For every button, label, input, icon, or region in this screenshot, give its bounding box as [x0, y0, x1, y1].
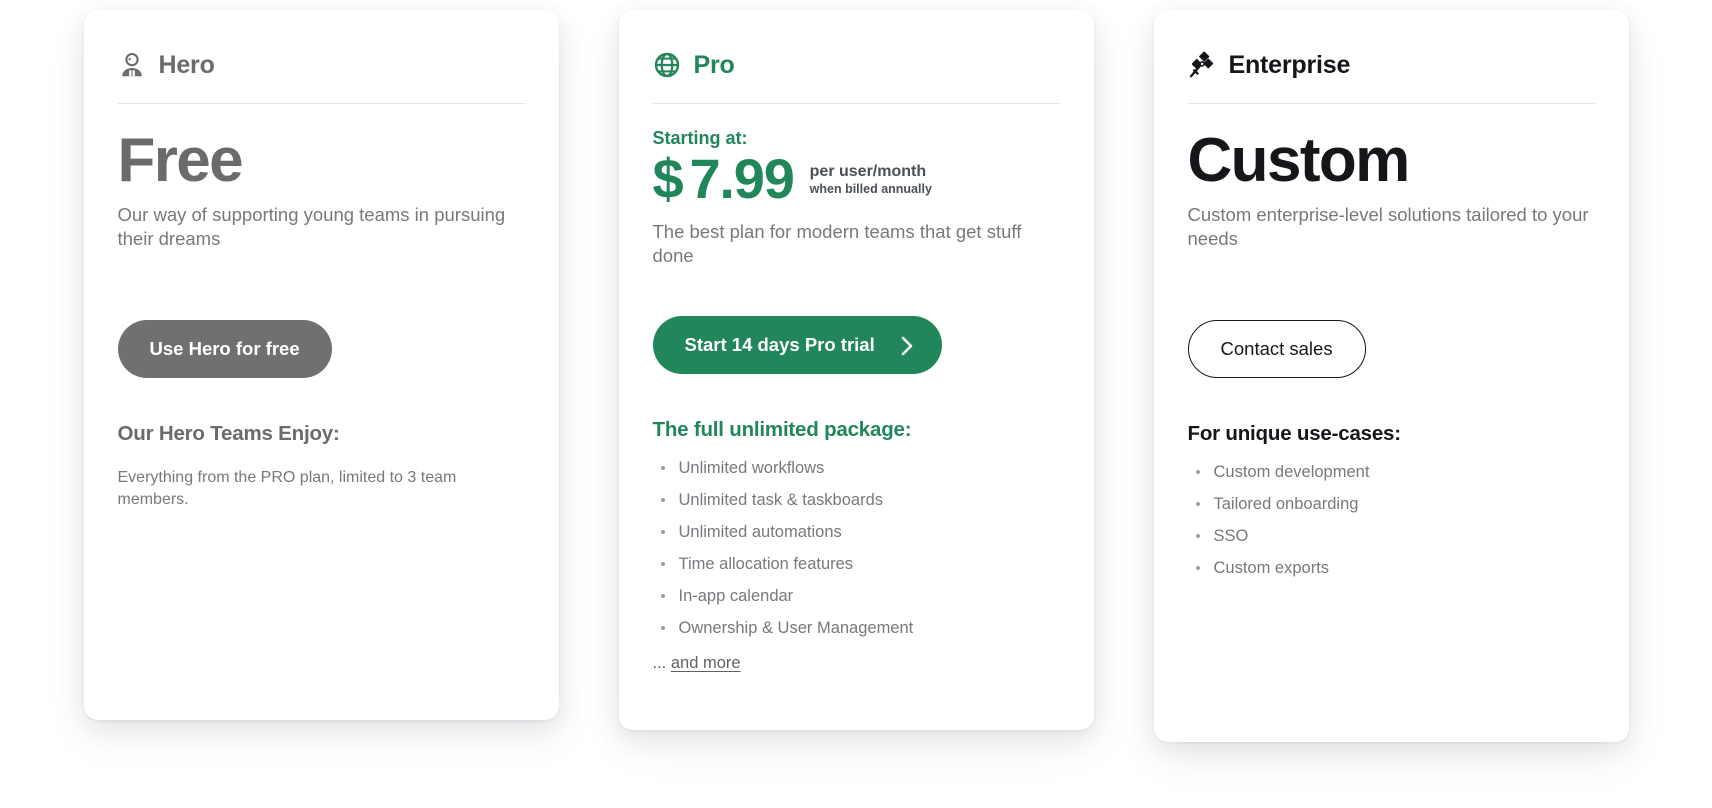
features-list-enterprise: Custom development Tailored onboarding S…	[1188, 463, 1595, 578]
pricing-plans-container: Hero Free Our way of supporting young te…	[0, 0, 1712, 808]
list-item: Unlimited automations	[653, 523, 1060, 541]
cta-label-pro: Start 14 days Pro trial	[684, 334, 875, 355]
plan-name-pro: Pro	[693, 50, 735, 79]
plan-description-pro: The best plan for modern teams that get …	[652, 221, 1022, 267]
contact-sales-button[interactable]: Contact sales	[1187, 320, 1366, 378]
cta-label-enterprise: Contact sales	[1220, 338, 1333, 359]
plan-name-enterprise: Enterprise	[1228, 50, 1351, 79]
price-billing-label: when billed annually	[809, 182, 932, 197]
plan-card-hero: Hero Free Our way of supporting young te…	[83, 10, 559, 720]
price-amount-pro: $7.99	[652, 146, 795, 210]
header-divider	[652, 103, 1060, 104]
list-item: Ownership & User Management	[653, 619, 1060, 637]
features-zone-hero: Our Hero Teams Enjoy: Everything from th…	[118, 422, 525, 511]
price-headline-hero: Free	[117, 126, 244, 195]
features-zone-enterprise: For unique use-cases: Custom development…	[1188, 422, 1595, 577]
cta-zone-enterprise: Contact sales	[1187, 320, 1595, 382]
cta-zone-pro: Start 14 days Pro trial	[652, 316, 1060, 378]
list-item: Unlimited task & taskboards	[653, 491, 1060, 509]
globe-icon	[653, 51, 681, 79]
list-item: Custom exports	[1188, 559, 1595, 577]
price-row-pro: $7.99 per user/month when billed annuall…	[652, 146, 1060, 210]
features-zone-pro: The full unlimited package: Unlimited wo…	[653, 418, 1060, 673]
list-item: SSO	[1188, 527, 1595, 545]
plan-description-enterprise: Custom enterprise-level solutions tailor…	[1187, 204, 1589, 250]
price-zone-enterprise: Custom Custom enterprise-level solutions…	[1188, 128, 1595, 278]
and-more-row: ... and more	[653, 654, 1060, 672]
plan-header-pro: Pro	[653, 48, 1060, 82]
and-more-link[interactable]: and more	[671, 654, 741, 672]
chevron-right-icon	[901, 336, 914, 356]
list-item: Time allocation features	[653, 555, 1060, 573]
use-hero-for-free-button[interactable]: Use Hero for free	[117, 320, 332, 378]
header-divider	[1187, 103, 1595, 104]
list-item: Tailored onboarding	[1188, 495, 1595, 513]
price-meta-pro: per user/month when billed annually	[810, 163, 932, 208]
price-zone-hero: Free Our way of supporting young teams i…	[118, 128, 525, 278]
ellipsis-text: ...	[652, 654, 667, 673]
price-headline-enterprise: Custom	[1187, 126, 1411, 195]
price-value: 7.99	[689, 146, 794, 210]
price-unit-label: per user/month	[809, 163, 927, 180]
list-item: Unlimited workflows	[653, 459, 1060, 477]
features-list-pro: Unlimited workflows Unlimited task & tas…	[653, 459, 1060, 638]
plan-card-pro: Pro Starting at: $7.99 per user/month wh…	[618, 10, 1094, 730]
plan-description-hero: Our way of supporting young teams in pur…	[117, 204, 506, 250]
features-title-hero: Our Hero Teams Enjoy:	[117, 422, 340, 445]
plan-name-hero: Hero	[158, 50, 215, 79]
features-title-enterprise: For unique use-cases:	[1187, 422, 1402, 445]
features-title-pro: The full unlimited package:	[652, 418, 912, 441]
list-item: In-app calendar	[653, 587, 1060, 605]
plan-note-hero: Everything from the PRO plan, limited to…	[117, 468, 457, 508]
cta-zone-hero: Use Hero for free	[117, 320, 525, 382]
plan-card-enterprise: Enterprise Custom Custom enterprise-leve…	[1153, 10, 1629, 742]
price-zone-pro: Starting at: $7.99 per user/month when b…	[653, 128, 1060, 278]
plan-header-enterprise: Enterprise	[1188, 48, 1595, 82]
satellite-icon	[1188, 51, 1216, 79]
header-divider	[117, 103, 525, 104]
plan-header-hero: Hero	[118, 48, 525, 82]
start-pro-trial-button[interactable]: Start 14 days Pro trial	[652, 316, 942, 374]
cta-label-hero: Use Hero for free	[149, 338, 300, 359]
list-item: Custom development	[1188, 463, 1595, 481]
price-currency: $	[652, 146, 684, 210]
hero-person-icon	[118, 51, 146, 79]
